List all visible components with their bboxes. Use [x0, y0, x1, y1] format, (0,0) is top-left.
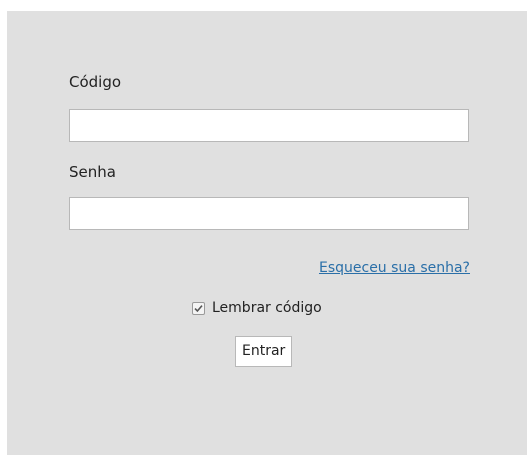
forgot-password-link[interactable]: Esqueceu sua senha? [319, 259, 470, 277]
remember-code-option[interactable]: Lembrar código [192, 298, 322, 318]
password-label: Senha [69, 163, 116, 181]
password-input[interactable] [69, 197, 469, 230]
enter-button[interactable]: Entrar [235, 336, 293, 367]
code-label: Código [69, 73, 122, 91]
remember-code-checkbox[interactable] [192, 301, 205, 315]
checkmark-icon [194, 304, 203, 312]
remember-code-label: Lembrar código [212, 300, 322, 316]
code-input[interactable] [69, 109, 469, 142]
